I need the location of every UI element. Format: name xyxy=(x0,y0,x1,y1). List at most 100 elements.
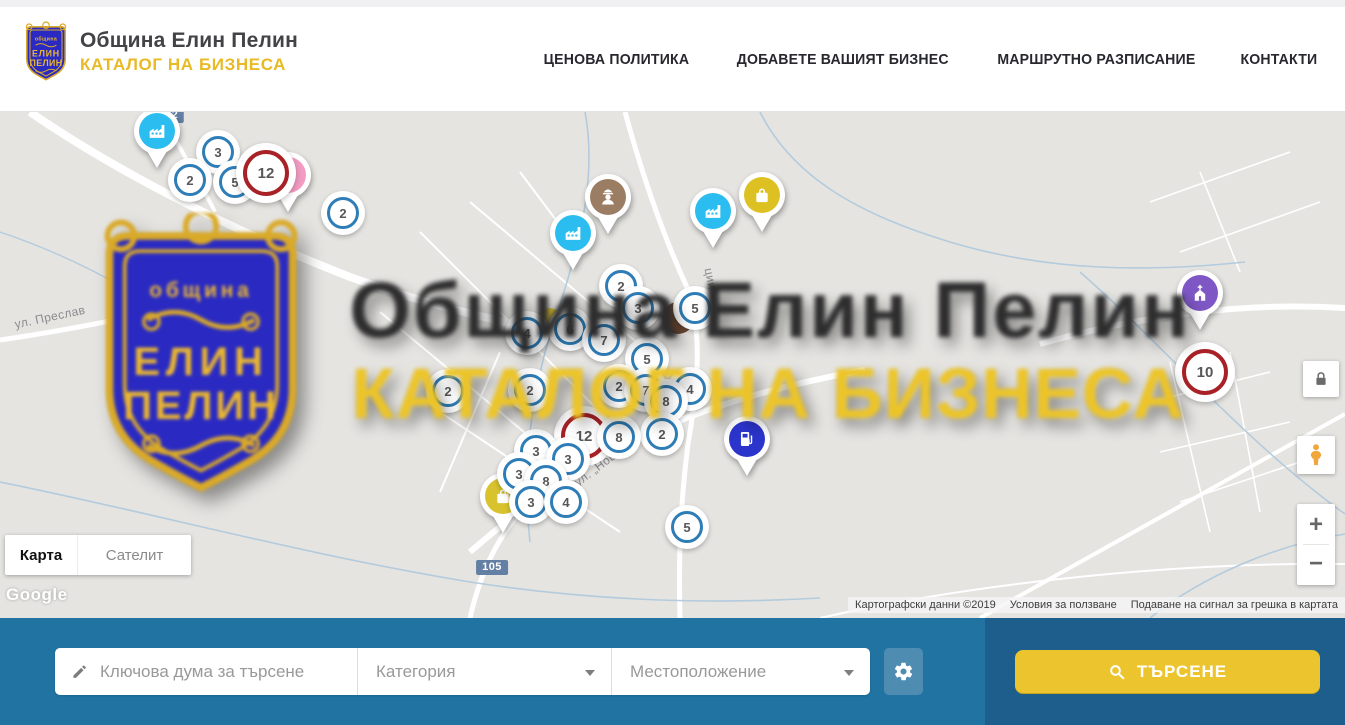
map-cluster-marker[interactable]: 5 xyxy=(679,292,711,324)
chevron-down-icon xyxy=(585,670,595,676)
fullscreen-lock-button[interactable] xyxy=(1303,361,1339,397)
nav-route-schedule[interactable]: МАРШРУТНО РАЗПИСАНИЕ xyxy=(998,51,1196,68)
church-icon xyxy=(1189,282,1211,304)
street-view-pegman-button[interactable] xyxy=(1297,436,1335,474)
cluster-count: 8 xyxy=(615,430,622,445)
map-cluster-marker[interactable]: 5 xyxy=(671,511,703,543)
map-cluster-marker[interactable]: 5 xyxy=(631,343,663,375)
map-cluster-marker[interactable]: 3 xyxy=(622,292,654,324)
map-cluster-marker[interactable]: 8 xyxy=(650,385,682,417)
gear-icon xyxy=(893,661,914,682)
site-logo[interactable]: община ЕЛИН ПЕЛИН Община Елин Пелин КАТА… xyxy=(22,21,298,83)
top-strip xyxy=(0,0,1345,7)
map-canvas[interactable]: 325122223564752274821283338345106002105у… xyxy=(0,112,1345,618)
fuel-icon xyxy=(736,428,758,450)
map-cluster-marker[interactable]: 6 xyxy=(554,313,586,345)
factory-icon xyxy=(702,200,724,222)
nav-contacts[interactable]: КОНТАКТИ xyxy=(1241,51,1318,68)
map-pin-factory-icon[interactable] xyxy=(550,210,596,270)
map-attribution: Картографски данни ©2019 Условия за полз… xyxy=(848,597,1345,613)
cluster-count: 2 xyxy=(186,173,193,188)
cluster-count: 5 xyxy=(231,175,238,190)
cluster-count: 6 xyxy=(566,322,573,337)
advanced-settings-button[interactable] xyxy=(884,648,923,695)
map-cluster-marker[interactable]: 4 xyxy=(511,317,543,349)
cluster-count: 2 xyxy=(339,206,346,221)
cluster-count: 4 xyxy=(686,382,693,397)
cluster-count: 4 xyxy=(562,495,569,510)
map-pin-bag-icon[interactable] xyxy=(739,172,785,232)
map-cluster-marker[interactable]: 3 xyxy=(515,486,547,518)
cluster-count: 3 xyxy=(564,452,571,467)
cluster-count: 3 xyxy=(634,301,641,316)
site-subtitle: КАТАЛОГ НА БИЗНЕСА xyxy=(80,55,298,75)
cluster-count: 12 xyxy=(258,165,275,182)
cluster-count: 12 xyxy=(576,428,593,445)
road-badge: 105 xyxy=(476,560,508,575)
map-cluster-marker[interactable]: 12 xyxy=(243,150,289,196)
pin-head xyxy=(724,416,770,462)
map-cluster-marker[interactable]: 2 xyxy=(174,164,206,196)
pin-head xyxy=(134,112,180,154)
svg-text:община: община xyxy=(35,35,57,42)
pin-head xyxy=(550,210,596,256)
header: община ЕЛИН ПЕЛИН Община Елин Пелин КАТА… xyxy=(0,7,1345,112)
nav-pricing-policy[interactable]: ЦЕНОВА ПОЛИТИКА xyxy=(544,51,690,68)
worker-icon xyxy=(597,186,619,208)
map-pin-factory-icon[interactable] xyxy=(690,188,736,248)
cluster-count: 7 xyxy=(642,383,649,398)
cluster-count: 3 xyxy=(515,467,522,482)
zoom-divider xyxy=(1303,544,1329,545)
cluster-count: 2 xyxy=(526,383,533,398)
cluster-count: 2 xyxy=(444,384,451,399)
cluster-count: 3 xyxy=(214,145,221,160)
map-type-satellite-button[interactable]: Сателит xyxy=(77,535,191,575)
cluster-count: 3 xyxy=(532,444,539,459)
factory-icon xyxy=(562,222,584,244)
search-submit-button[interactable]: ТЪРСЕНЕ xyxy=(1015,650,1320,693)
page: община ЕЛИН ПЕЛИН Община Елин Пелин КАТА… xyxy=(0,0,1345,725)
map-type-map-button[interactable]: Карта xyxy=(5,535,77,575)
municipality-emblem-icon: община ЕЛИН ПЕЛИН xyxy=(22,21,70,83)
map-pin-church-icon[interactable] xyxy=(1177,270,1223,330)
map-cluster-marker[interactable]: 4 xyxy=(550,486,582,518)
map-cluster-marker[interactable]: 2 xyxy=(432,375,464,407)
attribution-report-link[interactable]: Подаване на сигнал за грешка в картата xyxy=(1124,599,1345,611)
map-cluster-marker[interactable]: 2 xyxy=(646,418,678,450)
map-cluster-marker[interactable]: 3 xyxy=(202,136,234,168)
cluster-count: 8 xyxy=(542,474,549,489)
cluster-count: 3 xyxy=(527,495,534,510)
bag-icon xyxy=(751,184,773,206)
map-cluster-marker[interactable]: 8 xyxy=(603,421,635,453)
zoom-control: + − xyxy=(1297,504,1335,585)
category-dropdown-label: Категория xyxy=(376,662,455,682)
map-cluster-marker[interactable]: 2 xyxy=(327,197,359,229)
attribution-terms-link[interactable]: Условия за ползване xyxy=(1003,599,1124,611)
location-dropdown[interactable]: Местоположение xyxy=(612,648,870,695)
pin-head xyxy=(690,188,736,234)
map-cluster-marker[interactable]: 7 xyxy=(588,324,620,356)
map-pin-fuel-icon[interactable] xyxy=(724,416,770,476)
cluster-count: 5 xyxy=(683,520,690,535)
chevron-down-icon xyxy=(844,670,854,676)
map-cluster-marker[interactable]: 2 xyxy=(514,374,546,406)
search-button-label: ТЪРСЕНЕ xyxy=(1137,662,1227,682)
map-type-control: Карта Сателит xyxy=(5,535,191,575)
bag-icon xyxy=(492,485,514,507)
keyword-search-input[interactable] xyxy=(100,662,340,682)
cluster-count: 10 xyxy=(1197,364,1214,381)
map-cluster-marker[interactable]: 10 xyxy=(1182,349,1228,395)
location-dropdown-label: Местоположение xyxy=(630,662,766,682)
zoom-out-button[interactable]: − xyxy=(1297,547,1335,581)
main-nav: ЦЕНОВА ПОЛИТИКА ДОБАВЕТЕ ВАШИЯТ БИЗНЕС М… xyxy=(539,7,1320,112)
zoom-in-button[interactable]: + xyxy=(1297,508,1335,542)
pencil-icon xyxy=(71,663,88,680)
cluster-count: 2 xyxy=(658,427,665,442)
cluster-count: 5 xyxy=(643,352,650,367)
nav-add-business[interactable]: ДОБАВЕТЕ ВАШИЯТ БИЗНЕС xyxy=(737,51,949,68)
map-pin-factory-icon[interactable] xyxy=(134,112,180,168)
cluster-count: 7 xyxy=(600,333,607,348)
category-dropdown[interactable]: Категория xyxy=(358,648,612,695)
pin-head xyxy=(1177,270,1223,316)
google-logo[interactable]: Google xyxy=(6,585,68,605)
